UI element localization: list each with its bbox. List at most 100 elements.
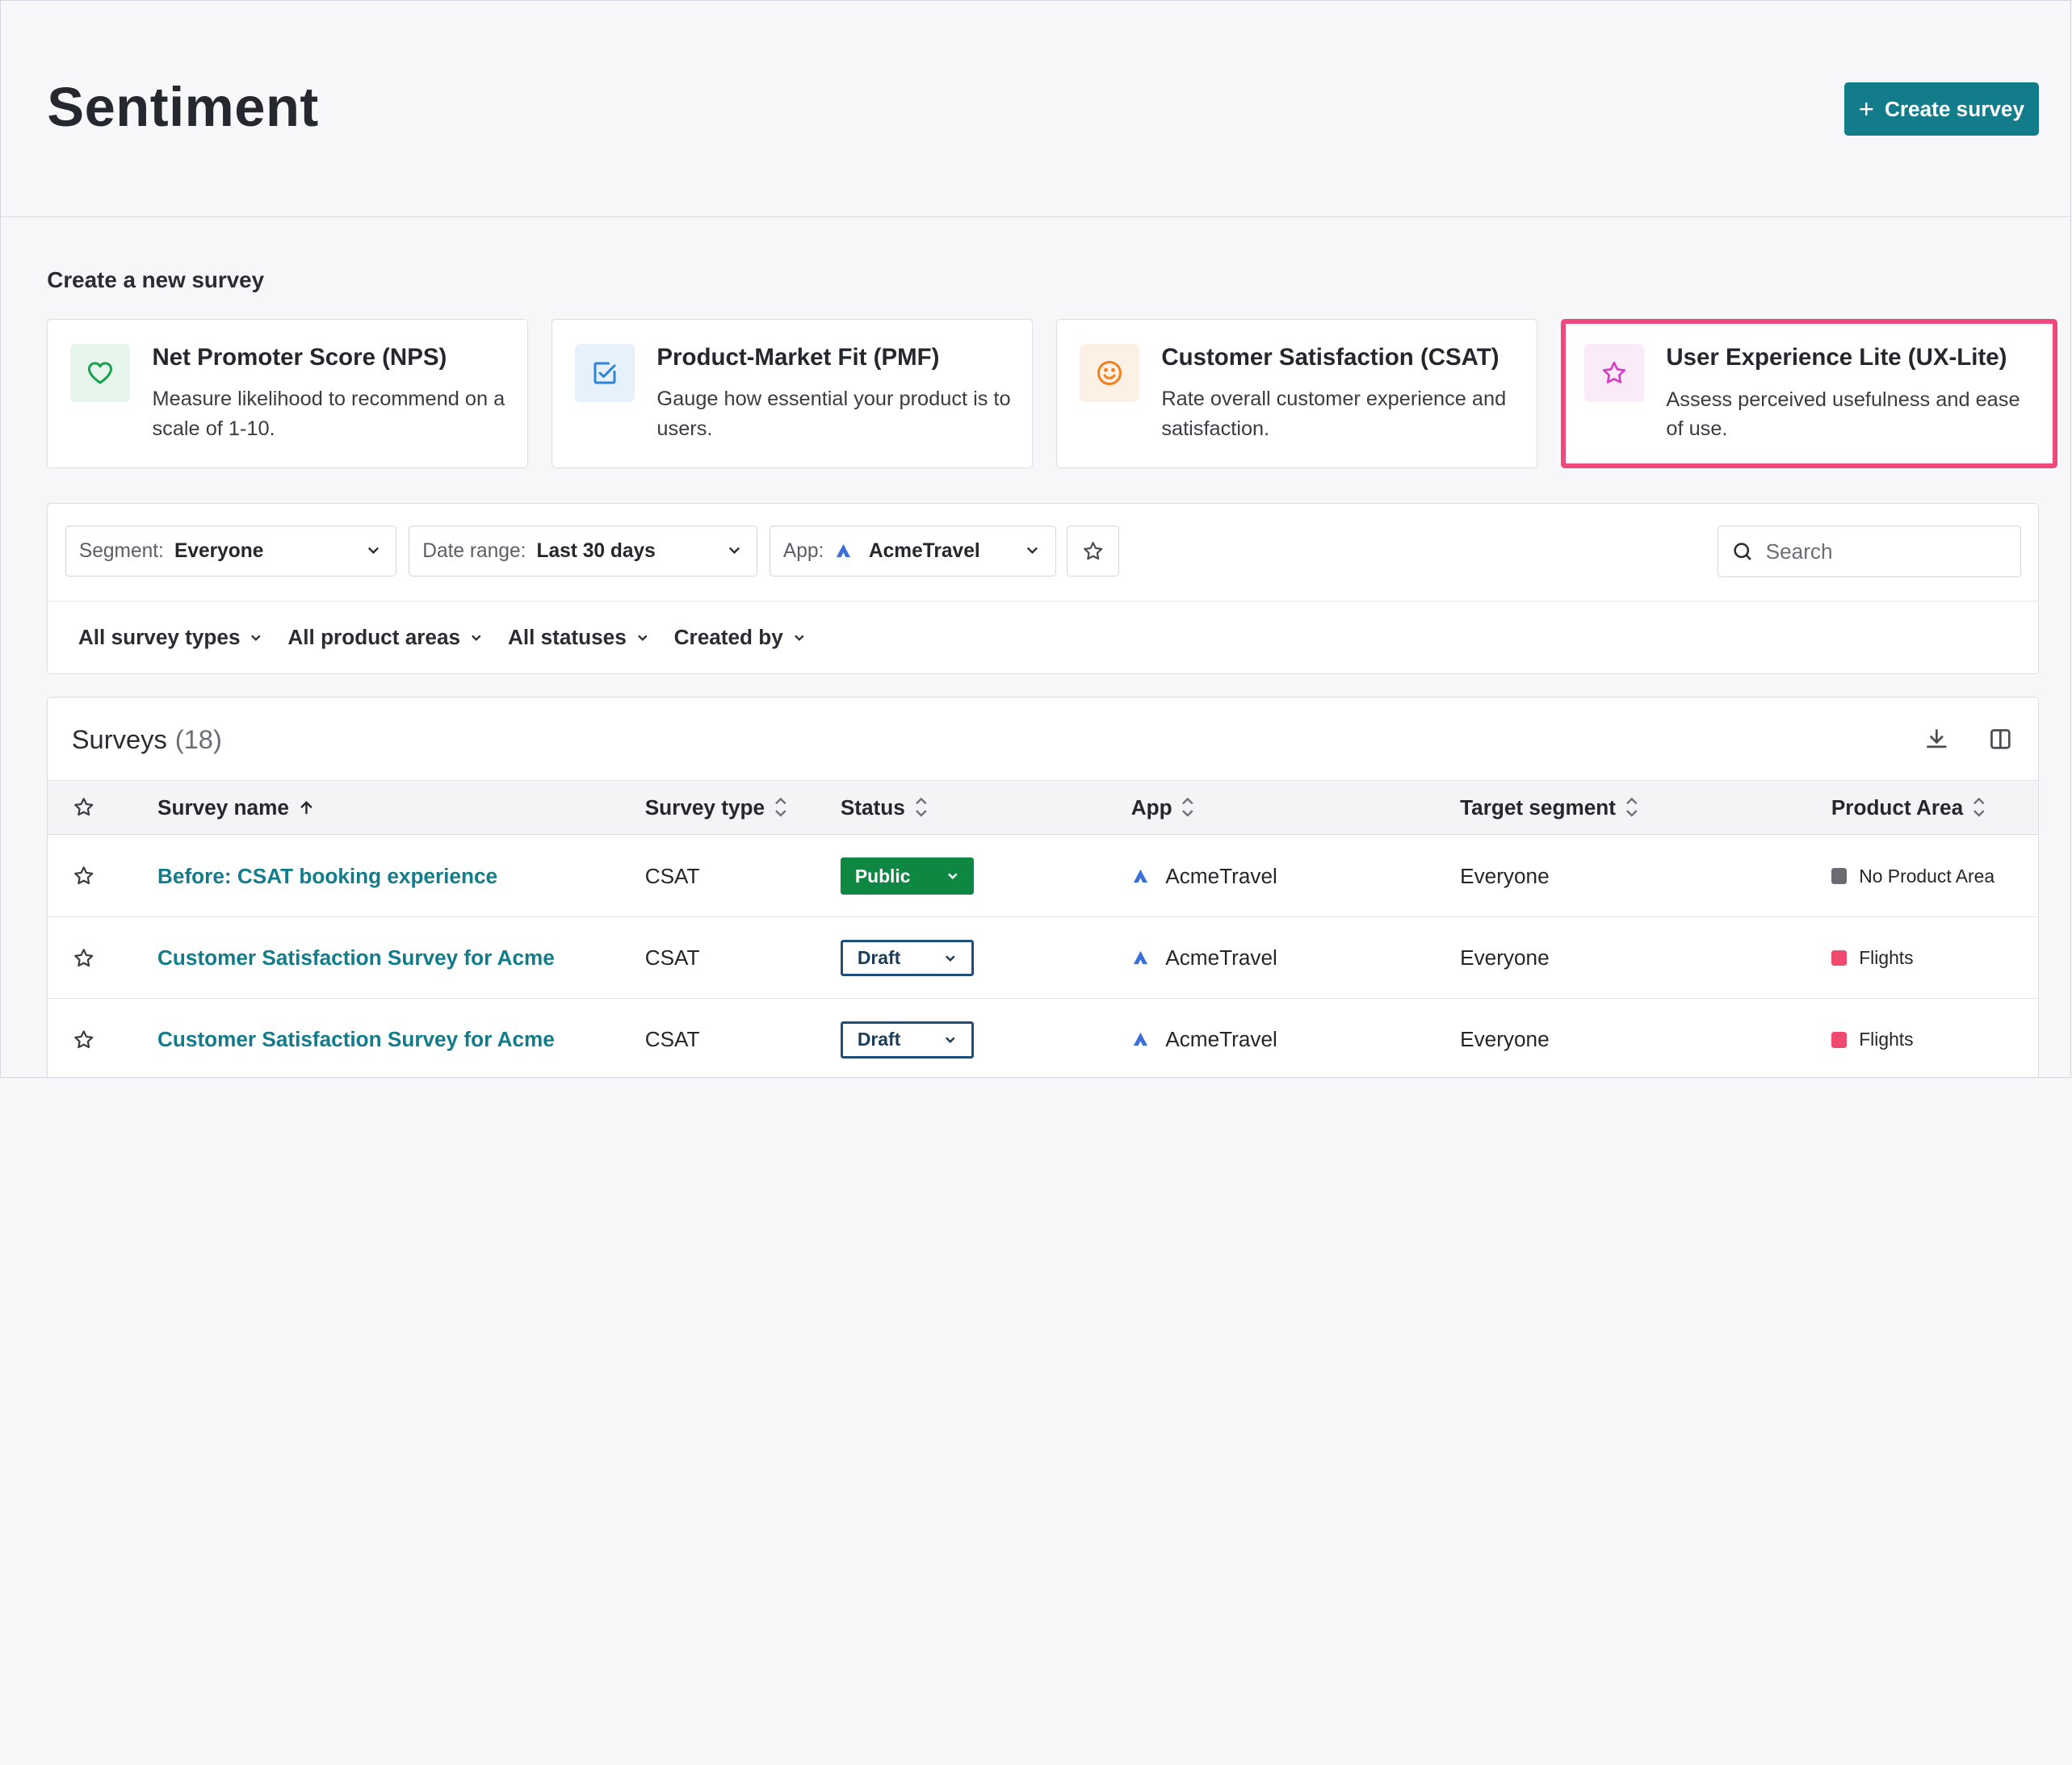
segment-value: Everyone [174, 539, 264, 562]
ux-lite-card[interactable]: User Experience Lite (UX-Lite) Assess pe… [1561, 319, 2058, 469]
table-row[interactable]: Customer Satisfaction Survey for Acme CS… [48, 917, 2039, 1000]
product-area-swatch [1831, 950, 1848, 966]
pmf-card[interactable]: Product-Market Fit (PMF) Gauge how essen… [552, 319, 1033, 469]
sort-icon [1182, 798, 1193, 818]
filter-chips: All survey types All product areas All s… [48, 602, 2038, 674]
checkbox-icon [574, 343, 635, 402]
column-label: Product Area [1831, 794, 1964, 820]
heart-icon [70, 343, 130, 402]
column-survey-name[interactable]: Survey name [157, 795, 316, 820]
status-label: Public [854, 865, 911, 887]
sort-icon [774, 798, 786, 818]
download-icon[interactable] [1923, 726, 1950, 753]
card-title: Customer Satisfaction (CSAT) [1161, 343, 1499, 371]
product-areas-filter[interactable]: All product areas [287, 625, 484, 650]
chip-label: All survey types [78, 625, 241, 650]
sort-icon [915, 798, 927, 818]
app-logo-icon [1133, 869, 1147, 882]
star-icon [1083, 542, 1102, 560]
columns-icon[interactable] [1987, 726, 2014, 753]
column-target-segment[interactable]: Target segment [1460, 795, 1639, 820]
statuses-filter[interactable]: All statuses [508, 625, 650, 650]
chevron-down-icon [946, 955, 955, 962]
favorite-filter-button[interactable] [1066, 526, 1120, 576]
column-product-area[interactable]: Product Area [1831, 795, 1987, 820]
chip-label: All product areas [287, 625, 461, 650]
chevron-down-icon [471, 635, 481, 641]
card-desc: Gauge how essential your product is to u… [656, 388, 1011, 441]
smiley-icon [1079, 343, 1139, 402]
favorite-column-header[interactable] [72, 795, 95, 819]
product-area: No Product Area [1859, 865, 1995, 887]
chevron-down-icon [728, 547, 740, 555]
survey-type: CSAT [644, 945, 700, 970]
survey-type: CSAT [644, 1027, 700, 1052]
chevron-down-icon [948, 873, 958, 880]
date-range-label: Date range: [422, 539, 526, 562]
page-header: Sentiment + Create survey [1, 1, 2071, 218]
star-icon [73, 797, 93, 815]
column-survey-type[interactable]: Survey type [645, 795, 789, 820]
search-icon [1734, 543, 1751, 560]
app-window: Sentiment + Create survey Create a new s… [0, 0, 2072, 1078]
status-dropdown[interactable]: Draft [840, 939, 975, 977]
table-row[interactable]: Customer Satisfaction Survey for Acme CS… [48, 999, 2038, 1077]
star-icon[interactable] [72, 864, 95, 887]
column-label: App [1130, 794, 1172, 820]
plus-icon: + [1858, 93, 1874, 124]
survey-name-link[interactable]: Before: CSAT booking experience [157, 864, 497, 889]
create-survey-button[interactable]: + Create survey [1843, 82, 2039, 136]
app-dropdown[interactable]: App: AcmeTravel [769, 526, 1056, 576]
nps-card[interactable]: Net Promoter Score (NPS) Measure likelih… [47, 319, 528, 469]
card-title: Product-Market Fit (PMF) [656, 343, 940, 371]
table-header: Survey name Survey type Status App Targe… [48, 779, 2039, 836]
survey-types-filter[interactable]: All survey types [78, 625, 264, 650]
chevron-down-icon [794, 635, 804, 641]
app-name: AcmeTravel [1165, 945, 1277, 970]
segment-label: Segment: [78, 539, 164, 562]
column-label: Survey type [644, 794, 765, 820]
card-title: User Experience Lite (UX-Lite) [1666, 343, 2007, 371]
chevron-down-icon [367, 547, 379, 555]
date-range-dropdown[interactable]: Date range: Last 30 days [408, 526, 757, 576]
filters-panel: Segment: Everyone Date range: Last 30 da… [47, 502, 2040, 675]
star-icon[interactable] [72, 1028, 95, 1051]
status-label: Draft [857, 1029, 901, 1050]
status-dropdown[interactable]: Public [840, 857, 975, 895]
product-area: Flights [1859, 946, 1914, 968]
create-section-title: Create a new survey [47, 267, 265, 293]
target-segment: Everyone [1460, 945, 1550, 970]
card-desc: Assess perceived usefulness and ease of … [1666, 388, 2020, 441]
chevron-down-icon [1027, 547, 1038, 555]
csat-card[interactable]: Customer Satisfaction (CSAT) Rate overal… [1056, 319, 1537, 469]
card-desc: Measure likelihood to recommend on a sca… [152, 388, 505, 441]
status-dropdown[interactable]: Draft [840, 1021, 975, 1059]
search-input[interactable]: Search [1717, 526, 2022, 578]
chip-label: Created by [673, 625, 783, 650]
survey-name-link[interactable]: Customer Satisfaction Survey for Acme [157, 945, 555, 971]
card-title: Net Promoter Score (NPS) [152, 343, 447, 371]
created-by-filter[interactable]: Created by [674, 625, 807, 650]
column-label: Target segment [1460, 794, 1616, 820]
table-row[interactable]: Before: CSAT booking experience CSAT Pub… [48, 835, 2039, 917]
page-title: Sentiment [47, 75, 319, 138]
sort-icon [1625, 798, 1638, 818]
search-placeholder: Search [1765, 539, 1833, 564]
column-app[interactable]: App [1131, 795, 1196, 820]
product-area-swatch [1831, 1032, 1848, 1048]
chevron-down-icon [946, 1037, 955, 1044]
table-title: Surveys (18) [72, 724, 222, 755]
card-desc: Rate overall customer experience and sat… [1161, 388, 1507, 441]
app-logo-icon [837, 543, 851, 558]
arrow-up-icon [300, 800, 312, 814]
star-icon [1583, 343, 1644, 402]
segment-dropdown[interactable]: Segment: Everyone [65, 526, 397, 576]
app-value: AcmeTravel [868, 539, 980, 562]
app-name: AcmeTravel [1165, 1027, 1277, 1052]
table-count: (18) [174, 723, 222, 754]
star-icon[interactable] [72, 946, 95, 970]
product-area-swatch [1831, 868, 1848, 884]
survey-name-link[interactable]: Customer Satisfaction Survey for Acme [157, 1027, 555, 1052]
column-status[interactable]: Status [841, 795, 929, 820]
status-label: Draft [857, 946, 901, 968]
